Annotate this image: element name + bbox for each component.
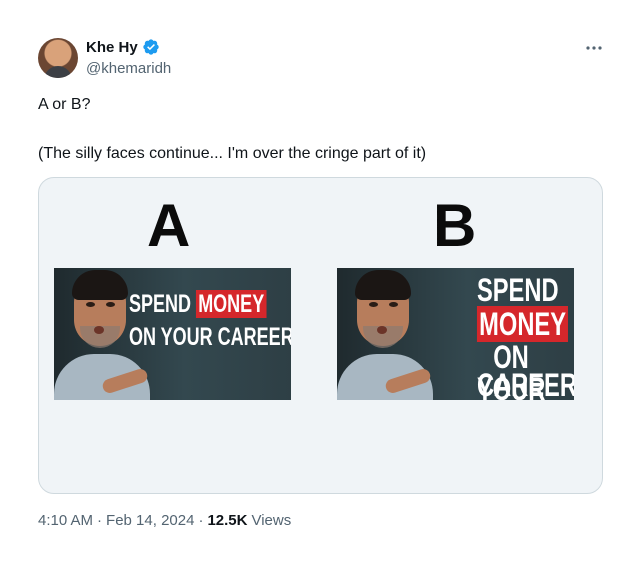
person-photo — [337, 268, 437, 400]
tweet-text-line-2: (The silly faces continue... I'm over th… — [38, 145, 427, 162]
author-name-row: Khe Hy — [86, 38, 160, 56]
views-label: Views — [251, 512, 292, 529]
separator: · — [198, 512, 204, 529]
more-horizontal-icon — [586, 46, 602, 50]
tweet-time[interactable]: 4:10 AM — [38, 512, 93, 529]
author-handle[interactable]: @khemaridh — [86, 60, 171, 77]
option-b-label: B — [433, 192, 477, 259]
thumbnail-option-a: SPEND MONEY ON YOUR CAREER — [54, 268, 291, 400]
tweet-metadata: 4:10 AM · Feb 14, 2024 · 12.5K Views — [38, 512, 291, 529]
more-options-button[interactable] — [580, 38, 608, 58]
tweet-date[interactable]: Feb 14, 2024 — [106, 512, 194, 529]
thumbnail-b-spend: SPEND — [476, 272, 559, 308]
thumbnail-a-line-1: SPEND MONEY — [129, 290, 267, 318]
thumbnail-option-b: SPEND MONEY ON YOUR CAREER — [337, 268, 574, 400]
thumbnail-a-spend: SPEND — [129, 290, 192, 318]
thumbnail-a-money: MONEY — [196, 290, 267, 318]
views-count: 12.5K — [207, 512, 248, 529]
thumbnail-a-line-2: ON YOUR CAREER — [129, 323, 291, 351]
separator: · — [97, 512, 103, 529]
thumbnail-b-money: MONEY — [476, 306, 569, 342]
tweet-text-line-1: A or B? — [38, 96, 91, 113]
thumbnail-b-career: CAREER — [476, 367, 574, 400]
tweet-card: Khe Hy @khemaridh A or B? (The silly fac… — [0, 0, 642, 565]
option-a-label: A — [147, 192, 191, 259]
author-display-name[interactable]: Khe Hy — [86, 39, 138, 56]
avatar[interactable] — [38, 38, 78, 78]
tweet-media-image[interactable]: A B SPEND MONEY ON YOUR CAREER SPEND MON… — [38, 177, 603, 494]
verified-badge-icon — [142, 38, 160, 56]
thumbnail-b-money-wrap: MONEY — [476, 306, 569, 342]
